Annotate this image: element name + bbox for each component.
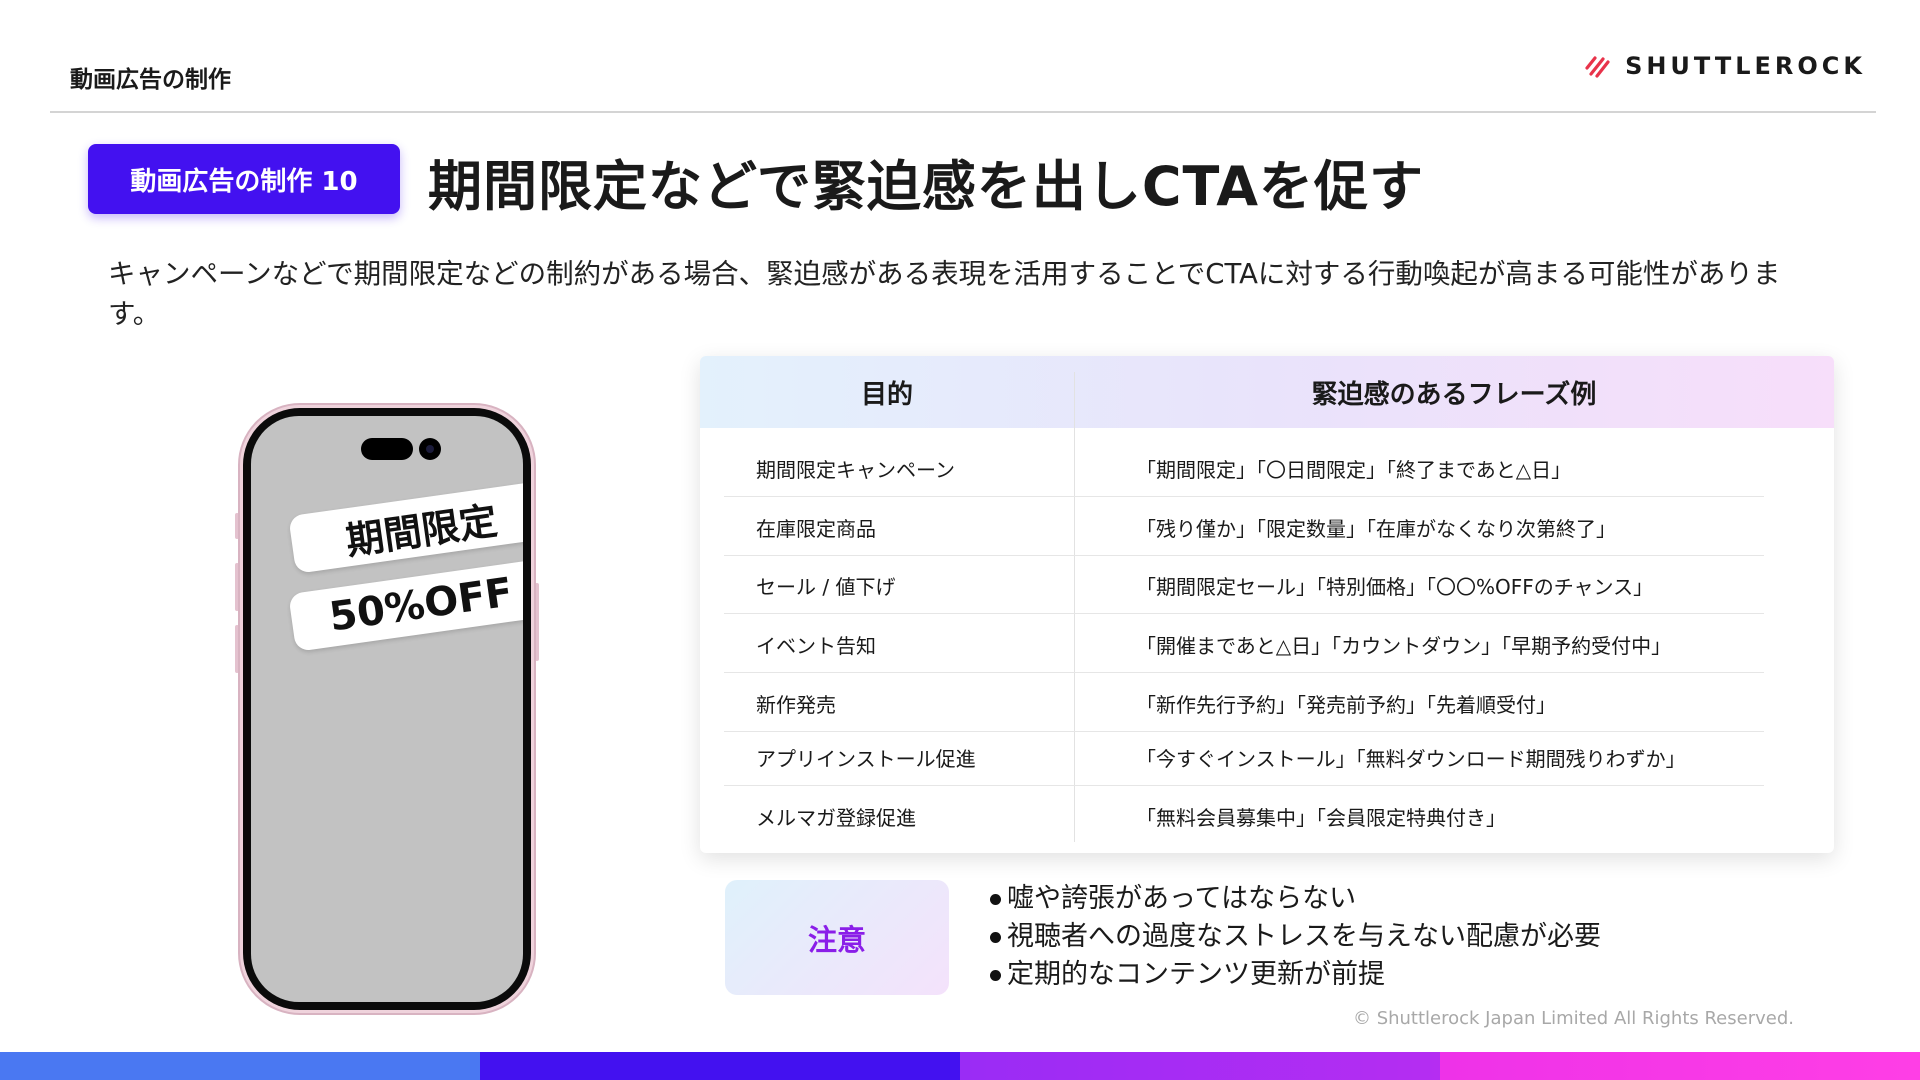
section-title: 動画広告の制作 <box>70 67 231 93</box>
copyright-text: © Shuttlerock Japan Limited All Rights R… <box>1352 1008 1794 1029</box>
cell-phrases: 「開催まであと△日」「カウントダウン」「早期予約受付中」 <box>1136 633 1672 658</box>
table-row: 在庫限定商品 「残り僅か」「限定数量」「在庫がなくなり次第終了」 <box>724 498 1764 556</box>
header-divider <box>50 111 1876 113</box>
discount-tag: 50%OFF <box>288 558 523 652</box>
camera-icon <box>419 438 441 460</box>
table-row: 新作発売 「新作先行予約」「発売前予約」「先着順受付」 <box>724 674 1764 732</box>
table-row: セール / 値下げ 「期間限定セール」「特別価格」「〇〇%OFFのチャンス」 <box>724 556 1764 614</box>
cell-purpose: メルマガ登録促進 <box>756 805 916 830</box>
table-row: 期間限定キャンペーン 「期間限定」「〇日間限定」「終了まであと△日」 <box>724 439 1764 497</box>
table-row: アプリインストール促進 「今すぐインストール」「無料ダウンロード期間残りわずか」 <box>724 728 1764 786</box>
note-item: 嘘や誇張があってはならない <box>990 880 1601 918</box>
note-text: 視聴者への過度なストレスを与えない配慮が必要 <box>1007 921 1601 952</box>
phone-screen: 期間限定 50%OFF <box>251 416 523 1002</box>
cell-phrases: 「残り僅か」「限定数量」「在庫がなくなり次第終了」 <box>1136 516 1616 541</box>
logo-text: SHUTTLEROCK <box>1625 52 1866 80</box>
bullet-icon <box>990 893 1001 905</box>
caution-label: 注意 <box>725 880 949 995</box>
note-item: 視聴者への過度なストレスを与えない配慮が必要 <box>990 918 1601 956</box>
note-text: 定期的なコンテンツ更新が前提 <box>1007 959 1385 990</box>
page-title: 期間限定などで緊迫感を出しCTAを促す <box>428 155 1424 218</box>
phrase-table: 目的 緊迫感のあるフレーズ例 期間限定キャンペーン 「期間限定」「〇日間限定」「… <box>700 356 1834 853</box>
cell-purpose: アプリインストール促進 <box>756 746 976 771</box>
cell-phrases: 「今すぐインストール」「無料ダウンロード期間残りわずか」 <box>1136 746 1686 771</box>
bullet-icon <box>990 969 1001 981</box>
note-text: 嘘や誇張があってはならない <box>1007 883 1357 914</box>
cell-phrases: 「新作先行予約」「発売前予約」「先着順受付」 <box>1136 692 1556 717</box>
limited-time-tag: 期間限定 <box>288 480 523 574</box>
section-badge: 動画広告の制作 10 <box>88 144 400 214</box>
slash-stripes-icon <box>1585 56 1610 78</box>
cell-purpose: 期間限定キャンペーン <box>756 457 955 482</box>
cell-purpose: イベント告知 <box>756 633 876 658</box>
dynamic-island <box>361 438 413 460</box>
table-row: メルマガ登録促進 「無料会員募集中」「会員限定特典付き」 <box>724 787 1764 845</box>
cell-purpose: セール / 値下げ <box>756 574 896 599</box>
header-purpose: 目的 <box>860 379 913 410</box>
bullet-icon <box>990 931 1001 943</box>
note-item: 定期的なコンテンツ更新が前提 <box>990 956 1601 994</box>
gradient-footer-bar <box>0 1052 1920 1080</box>
shuttlerock-logo: SHUTTLEROCK <box>1585 52 1866 80</box>
phone-mockup: 期間限定 50%OFF <box>235 403 539 1015</box>
cell-phrases: 「無料会員募集中」「会員限定特典付き」 <box>1136 805 1506 830</box>
table-row: イベント告知 「開催まであと△日」「カウントダウン」「早期予約受付中」 <box>724 615 1764 673</box>
cell-purpose: 在庫限定商品 <box>756 516 876 541</box>
cell-phrases: 「期間限定セール」「特別価格」「〇〇%OFFのチャンス」 <box>1136 574 1654 599</box>
header-phrases: 緊迫感のあるフレーズ例 <box>1311 379 1597 410</box>
cell-purpose: 新作発売 <box>756 692 836 717</box>
caution-notes: 嘘や誇張があってはならない 視聴者への過度なストレスを与えない配慮が必要 定期的… <box>990 880 1601 994</box>
description-text: キャンペーンなどで期間限定などの制約がある場合、緊迫感がある表現を活用することで… <box>108 258 1781 330</box>
table-header: 目的 緊迫感のあるフレーズ例 <box>700 356 1834 428</box>
cell-phrases: 「期間限定」「〇日間限定」「終了まであと△日」 <box>1136 457 1572 482</box>
